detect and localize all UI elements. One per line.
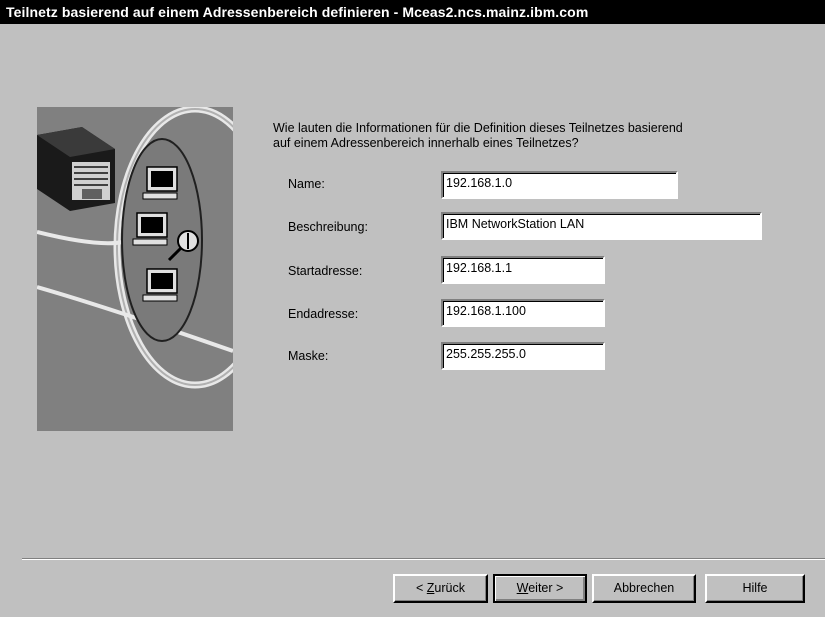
description-field[interactable]: IBM NetworkStation LAN [441,212,762,240]
mask-field[interactable]: 255.255.255.0 [441,342,605,370]
back-button[interactable]: < Zurück [393,574,488,603]
network-cable [37,230,124,246]
start-address-field[interactable]: 192.168.1.1 [441,256,605,284]
back-button-label: urück [434,581,465,595]
server-icon [37,127,115,211]
mask-label: Maske: [288,349,329,363]
name-field[interactable]: 192.168.1.0 [441,171,678,199]
network-diagram-graphic [37,107,233,389]
description-label: Beschreibung: [288,220,368,234]
end-address-label: Endadresse: [288,307,359,321]
network-station-icon [132,212,168,246]
name-label: Name: [288,177,325,191]
instruction-line-2: auf einem Adressenbereich innerhalb eine… [273,136,579,150]
start-address-label: Startadresse: [288,264,363,278]
cancel-button[interactable]: Abbrechen [592,574,696,603]
back-button-prefix: < [416,581,427,595]
instruction-text: Wie lauten die Informationen für die Def… [273,121,773,151]
network-station-icon [142,166,178,200]
window-title: Teilnetz basierend auf einem Adressenber… [6,4,589,20]
end-address-field[interactable]: 192.168.1.100 [441,299,605,327]
button-separator [22,558,825,560]
network-illustration [37,107,233,431]
next-button-label: eiter > [528,581,564,595]
next-button[interactable]: Weiter > [493,574,587,603]
network-station-icon [142,268,178,302]
title-bar: Teilnetz basierend auf einem Adressenber… [0,0,825,24]
next-button-mnemonic: W [516,581,529,595]
help-button[interactable]: Hilfe [705,574,805,603]
instruction-line-1: Wie lauten die Informationen für die Def… [273,121,683,135]
